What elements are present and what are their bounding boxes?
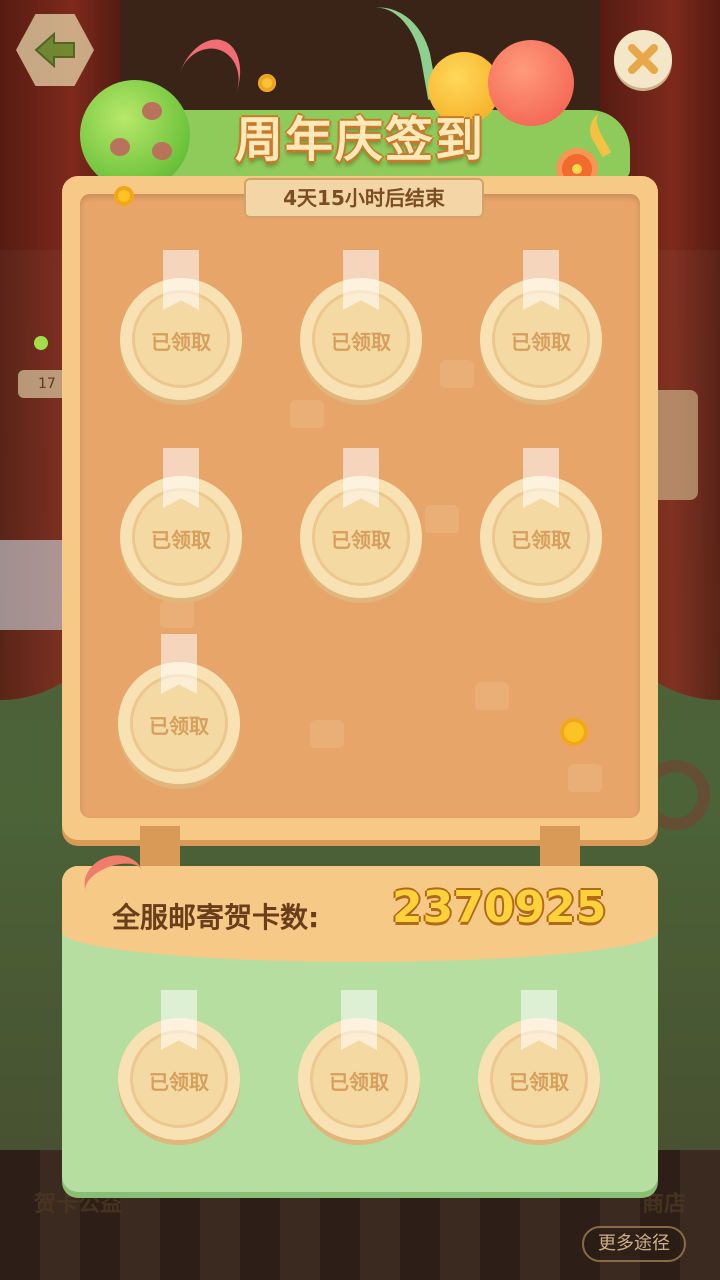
shop-label[interactable]: 商店 [642,1186,686,1218]
back-arrow-icon [34,31,75,69]
cake-decoration [475,682,509,710]
cake-decoration [425,505,459,533]
claimed-label: 已领取 [511,528,571,552]
background-sign [0,540,70,630]
claimed-label: 已领取 [151,528,211,552]
page-title: 周年庆签到 [234,112,485,168]
more-ways-button[interactable]: 更多途径 [582,1226,686,1262]
day-reward-1[interactable]: 已领取 [120,250,242,400]
day-reward-5[interactable]: 已领取 [300,448,422,598]
card-reward-1[interactable]: 已领取 [118,990,240,1140]
coin-decoration [114,186,134,206]
claimed-label: 已领取 [331,330,391,354]
day-reward-4[interactable]: 已领取 [120,448,242,598]
card-reward-2[interactable]: 已领取 [298,990,420,1140]
day-reward-2[interactable]: 已领取 [300,250,422,400]
day-reward-6[interactable]: 已领取 [480,448,602,598]
cake-decoration [310,720,344,748]
cake-decoration [160,600,194,628]
status-dot [34,336,48,350]
claimed-label: 已领取 [509,1070,569,1094]
claimed-label: 已领取 [151,330,211,354]
close-x-icon [628,44,658,74]
card-count-label: 全服邮寄贺卡数: [112,901,320,934]
claimed-label: 已领取 [331,528,391,552]
card-reward-3[interactable]: 已领取 [478,990,600,1140]
coin-decoration [258,74,276,92]
cake-decoration [440,360,474,388]
cake-decoration [568,764,602,792]
claimed-label: 已领取 [149,1070,209,1094]
coin-decoration [560,718,588,746]
green-balloon [80,80,190,190]
day-reward-7[interactable]: 已领取 [118,634,240,784]
day-reward-3[interactable]: 已领取 [480,250,602,400]
claimed-label: 已领取 [329,1070,389,1094]
claimed-label: 已领取 [149,714,209,738]
background-counter: 17 [18,370,68,398]
claimed-label: 已领取 [511,330,571,354]
card-count-value: 2370925 [392,882,607,933]
countdown-timer: 4天15小时后结束 [244,178,484,218]
cake-decoration [290,400,324,428]
close-button[interactable] [614,30,672,88]
